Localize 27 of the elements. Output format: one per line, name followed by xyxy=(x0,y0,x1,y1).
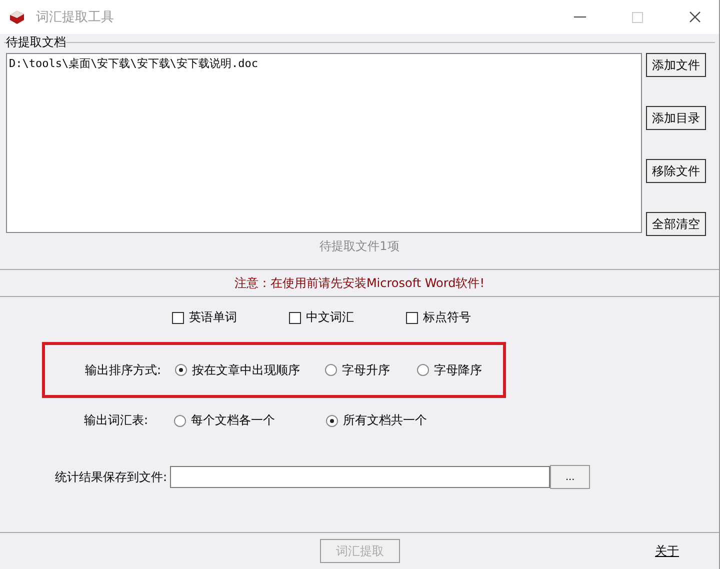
document-button[interactable]: 全部清空 xyxy=(646,212,706,236)
document-item[interactable]: D:\tools\桌面\安下载\安下载\安下载说明.doc xyxy=(9,56,639,71)
save-label: 统计结果保存到文件: xyxy=(55,468,168,486)
app-icon xyxy=(8,9,26,25)
document-button[interactable]: 添加目录 xyxy=(646,106,706,130)
window-title: 词汇提取工具 xyxy=(36,9,114,26)
minimize-icon[interactable] xyxy=(574,16,586,18)
output-radio[interactable]: 所有文档共一个 xyxy=(326,412,478,429)
document-button[interactable]: 移除文件 xyxy=(646,159,706,183)
group-label: 待提取文档 xyxy=(6,34,66,51)
save-path-field[interactable] xyxy=(170,466,550,488)
include-checkbox[interactable]: 中文词汇 xyxy=(289,309,354,326)
sort-radio[interactable]: 字母降序 xyxy=(417,362,482,378)
notice-text: 注意：在使用前请先安装Microsoft Word软件! xyxy=(0,270,719,297)
document-list[interactable]: D:\tools\桌面\安下载\安下载\安下载说明.doc xyxy=(6,53,642,233)
browse-button[interactable]: ... xyxy=(550,465,590,489)
include-checkbox[interactable]: 标点符号 xyxy=(406,309,471,326)
sort-radio[interactable]: 按在文章中出现顺序 xyxy=(175,362,325,378)
sort-label: 输出排序方式: xyxy=(85,362,162,378)
close-icon[interactable] xyxy=(689,11,701,23)
output-radio[interactable]: 每个文档各一个 xyxy=(174,412,326,429)
file-count: 待提取文件1项 xyxy=(318,238,400,255)
include-checkbox[interactable]: 英语单词 xyxy=(172,309,237,326)
output-label: 输出词汇表: xyxy=(84,412,150,429)
about-link[interactable]: 关于 xyxy=(655,542,679,560)
document-button[interactable]: 添加文件 xyxy=(646,53,706,77)
sort-radio[interactable]: 字母升序 xyxy=(325,362,417,378)
